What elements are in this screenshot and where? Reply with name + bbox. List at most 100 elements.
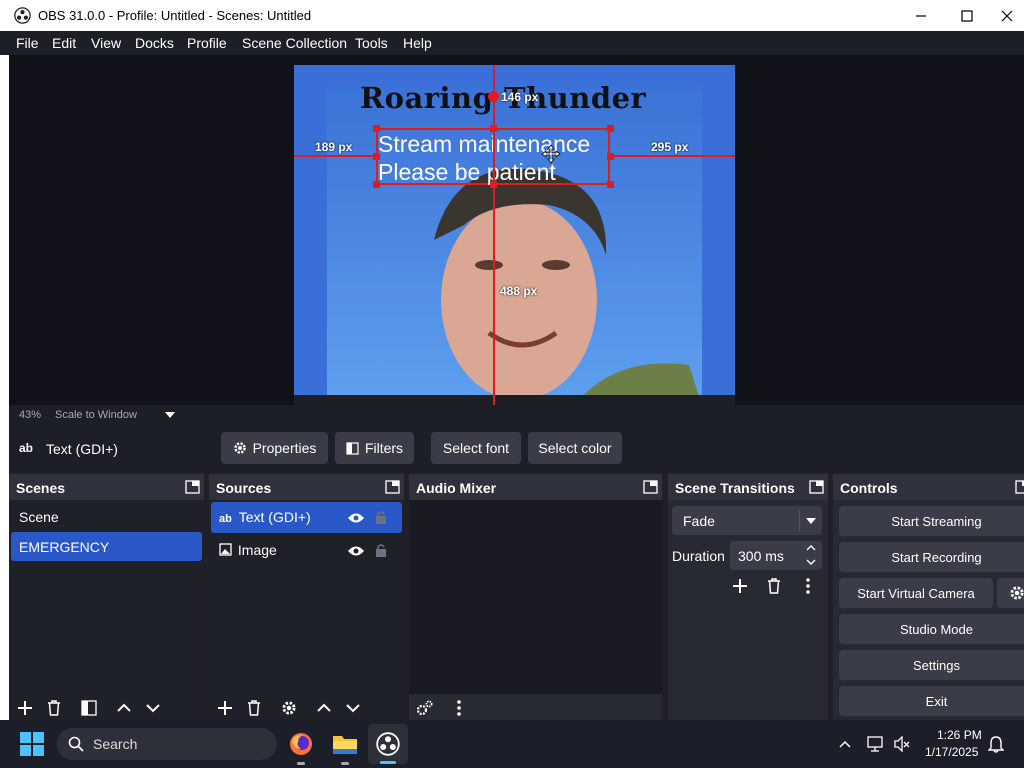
minimize-button[interactable] bbox=[898, 0, 944, 31]
studio-mode-button[interactable]: Studio Mode bbox=[839, 614, 1024, 644]
filters-button[interactable]: Filters bbox=[335, 432, 414, 464]
menu-tools[interactable]: Tools bbox=[355, 35, 388, 51]
taskbar-search-box[interactable]: Search bbox=[57, 728, 277, 760]
menu-profile[interactable]: Profile bbox=[187, 35, 227, 51]
lock-icon[interactable] bbox=[375, 543, 387, 557]
obs-active-indicator bbox=[380, 761, 396, 764]
trash-icon bbox=[248, 700, 260, 716]
add-scene-button[interactable] bbox=[13, 696, 37, 720]
spin-down-icon[interactable] bbox=[806, 559, 816, 565]
obs-taskbar-button[interactable] bbox=[368, 724, 408, 764]
chevron-down-icon bbox=[146, 704, 160, 713]
menu-file[interactable]: File bbox=[16, 35, 39, 51]
remove-source-button[interactable] bbox=[242, 696, 266, 720]
start-recording-button[interactable]: Start Recording bbox=[839, 542, 1024, 572]
sources-dock: Sources ab Text (GDI+) Image bbox=[209, 474, 404, 720]
menu-scene-collection[interactable]: Scene Collection bbox=[242, 35, 347, 51]
exit-button[interactable]: Exit bbox=[839, 686, 1024, 716]
duration-spinbox[interactable]: 300 ms bbox=[730, 541, 822, 570]
transition-menu-button[interactable] bbox=[796, 574, 820, 598]
resize-handle-tm[interactable] bbox=[490, 125, 497, 132]
settings-button[interactable]: Settings bbox=[839, 650, 1024, 680]
network-icon[interactable] bbox=[867, 736, 885, 752]
scene-filters-button[interactable] bbox=[77, 696, 101, 720]
resize-handle-br[interactable] bbox=[607, 181, 614, 188]
resize-handle-bm[interactable] bbox=[490, 181, 497, 188]
lock-icon[interactable] bbox=[375, 510, 387, 524]
virtual-camera-settings-button[interactable] bbox=[997, 578, 1024, 608]
chevron-up-icon bbox=[317, 703, 331, 712]
maximize-icon bbox=[961, 9, 973, 22]
menu-docks[interactable]: Docks bbox=[135, 35, 174, 51]
preview-canvas[interactable]: Roaring Thunder Stream maintenance Pleas… bbox=[294, 65, 735, 406]
remove-transition-button[interactable] bbox=[762, 574, 786, 598]
menu-edit[interactable]: Edit bbox=[52, 35, 76, 51]
explorer-running-indicator bbox=[341, 762, 349, 765]
gear-icon bbox=[233, 442, 246, 454]
undock-icon[interactable] bbox=[643, 480, 658, 494]
close-button[interactable] bbox=[990, 0, 1024, 31]
gear-icon bbox=[282, 701, 296, 715]
add-transition-button[interactable] bbox=[728, 574, 752, 598]
move-scene-down-button[interactable] bbox=[141, 696, 165, 720]
move-source-up-button[interactable] bbox=[312, 696, 336, 720]
undock-icon[interactable] bbox=[1015, 480, 1024, 494]
source-properties-button[interactable] bbox=[277, 696, 301, 720]
volume-muted-icon[interactable] bbox=[894, 736, 910, 752]
chevron-down-icon bbox=[806, 518, 816, 524]
title-bar: OBS 31.0.0 - Profile: Untitled - Scenes:… bbox=[0, 0, 1024, 31]
move-source-down-button[interactable] bbox=[341, 696, 365, 720]
scene-transitions-body: Fade Duration 300 ms bbox=[668, 500, 828, 720]
chevron-up-icon[interactable] bbox=[839, 740, 851, 748]
undock-icon[interactable] bbox=[185, 480, 200, 494]
controls-title: Controls bbox=[833, 474, 1024, 500]
measure-left-label: 189 px bbox=[315, 140, 353, 154]
select-font-button[interactable]: Select font bbox=[431, 432, 521, 464]
resize-handle-tr[interactable] bbox=[607, 125, 614, 132]
menu-view[interactable]: View bbox=[91, 35, 121, 51]
minimize-icon bbox=[916, 14, 926, 17]
eye-icon[interactable] bbox=[347, 512, 365, 524]
add-source-button[interactable] bbox=[213, 696, 237, 720]
plus-icon bbox=[733, 579, 747, 593]
scene-item[interactable]: EMERGENCY bbox=[11, 532, 202, 561]
windows-start-icon[interactable] bbox=[20, 732, 44, 756]
rotate-handle[interactable] bbox=[488, 91, 499, 102]
audio-mixer-body bbox=[409, 500, 662, 720]
select-color-button[interactable]: Select color bbox=[528, 432, 622, 464]
source-item[interactable]: ab Text (GDI+) bbox=[211, 502, 402, 533]
notification-bell-icon[interactable] bbox=[988, 735, 1004, 753]
scale-mode-dropdown[interactable]: Scale to Window bbox=[55, 409, 137, 421]
taskbar-date[interactable]: 1/17/2025 bbox=[925, 745, 978, 759]
eye-icon[interactable] bbox=[347, 545, 365, 557]
taskbar-time[interactable]: 1:26 PM bbox=[937, 728, 982, 742]
audio-mixer-dock: Audio Mixer bbox=[409, 474, 662, 720]
file-explorer-icon[interactable] bbox=[332, 733, 358, 755]
properties-button[interactable]: Properties bbox=[221, 432, 328, 464]
maximize-button[interactable] bbox=[944, 0, 990, 31]
start-virtual-camera-button[interactable]: Start Virtual Camera bbox=[839, 578, 993, 608]
remove-scene-button[interactable] bbox=[42, 696, 66, 720]
audio-settings-button[interactable] bbox=[413, 696, 437, 720]
scenes-dock: Scenes Scene EMERGENCY bbox=[9, 474, 204, 720]
resize-handle-mr[interactable] bbox=[607, 153, 614, 160]
menu-bar: File Edit View Docks Profile Scene Colle… bbox=[0, 31, 1024, 55]
menu-help[interactable]: Help bbox=[403, 35, 432, 51]
chevron-down-icon[interactable] bbox=[165, 412, 175, 418]
source-item[interactable]: Image bbox=[211, 535, 402, 566]
resize-handle-bl[interactable] bbox=[373, 181, 380, 188]
move-scene-up-button[interactable] bbox=[112, 696, 136, 720]
firefox-icon[interactable] bbox=[289, 732, 313, 756]
controls-body: Start Streaming Start Recording Start Vi… bbox=[833, 500, 1024, 720]
start-streaming-button[interactable]: Start Streaming bbox=[839, 506, 1024, 536]
undock-icon[interactable] bbox=[385, 480, 400, 494]
resize-handle-tl[interactable] bbox=[373, 125, 380, 132]
spin-up-icon[interactable] bbox=[806, 545, 816, 551]
scene-transitions-title: Scene Transitions bbox=[668, 474, 828, 500]
undock-icon[interactable] bbox=[809, 480, 824, 494]
transition-type-select[interactable]: Fade bbox=[672, 506, 822, 535]
scene-item[interactable]: Scene bbox=[11, 502, 202, 531]
trash-icon bbox=[768, 578, 780, 594]
resize-handle-ml[interactable] bbox=[373, 153, 380, 160]
audio-menu-button[interactable] bbox=[447, 696, 471, 720]
